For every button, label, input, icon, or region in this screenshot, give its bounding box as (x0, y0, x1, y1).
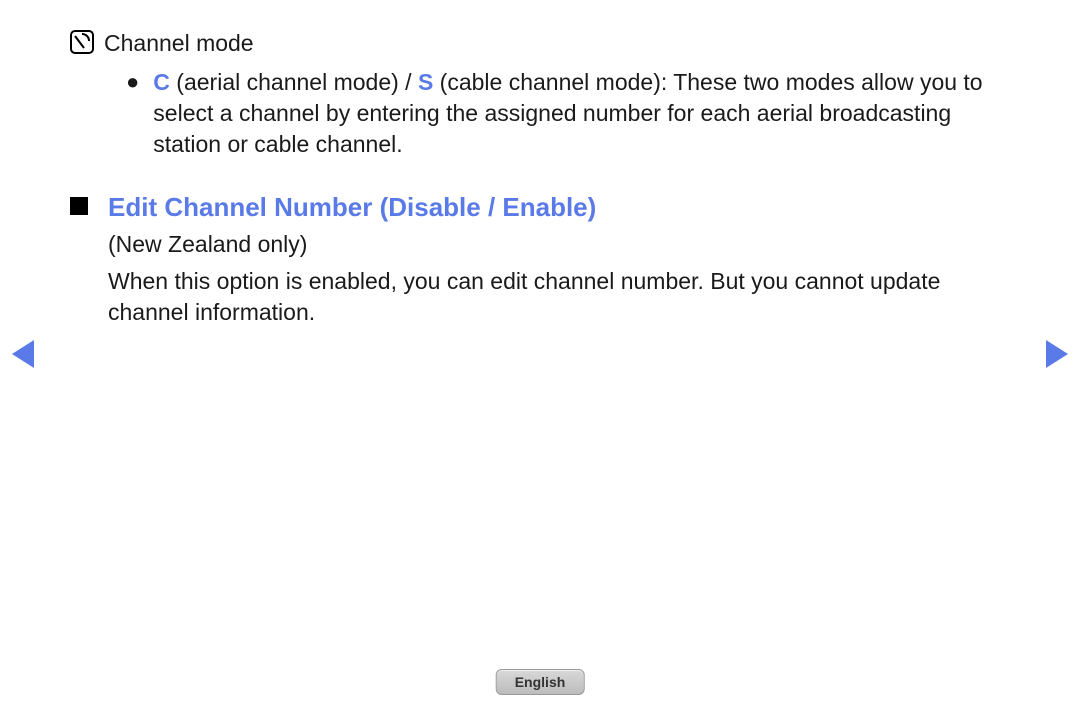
edit-channel-section-header: Edit Channel Number (Disable / Enable) (70, 190, 1010, 225)
nav-prev-arrow[interactable] (12, 340, 34, 368)
edit-channel-title: Edit Channel Number (Disable / Enable) (108, 190, 596, 225)
channel-mode-bullet-text: C (aerial channel mode) / S (cable chann… (153, 67, 1010, 160)
channel-mode-title: Channel mode (104, 28, 254, 59)
channel-mode-bullet: ● C (aerial channel mode) / S (cable cha… (70, 67, 1010, 160)
language-button[interactable]: English (496, 669, 585, 695)
aerial-mode-label: C (153, 69, 170, 95)
bullet-icon: ● (126, 69, 139, 95)
nav-next-arrow[interactable] (1046, 340, 1068, 368)
edit-channel-body: When this option is enabled, you can edi… (70, 266, 1010, 328)
aerial-mode-text: (aerial channel mode) / (170, 69, 418, 95)
cable-mode-label: S (418, 69, 433, 95)
page-content: Channel mode ● C (aerial channel mode) /… (0, 0, 1080, 328)
note-icon (70, 30, 94, 54)
channel-mode-row: Channel mode (70, 28, 1010, 59)
edit-channel-subtitle: (New Zealand only) (70, 229, 1010, 260)
square-icon (70, 197, 88, 215)
